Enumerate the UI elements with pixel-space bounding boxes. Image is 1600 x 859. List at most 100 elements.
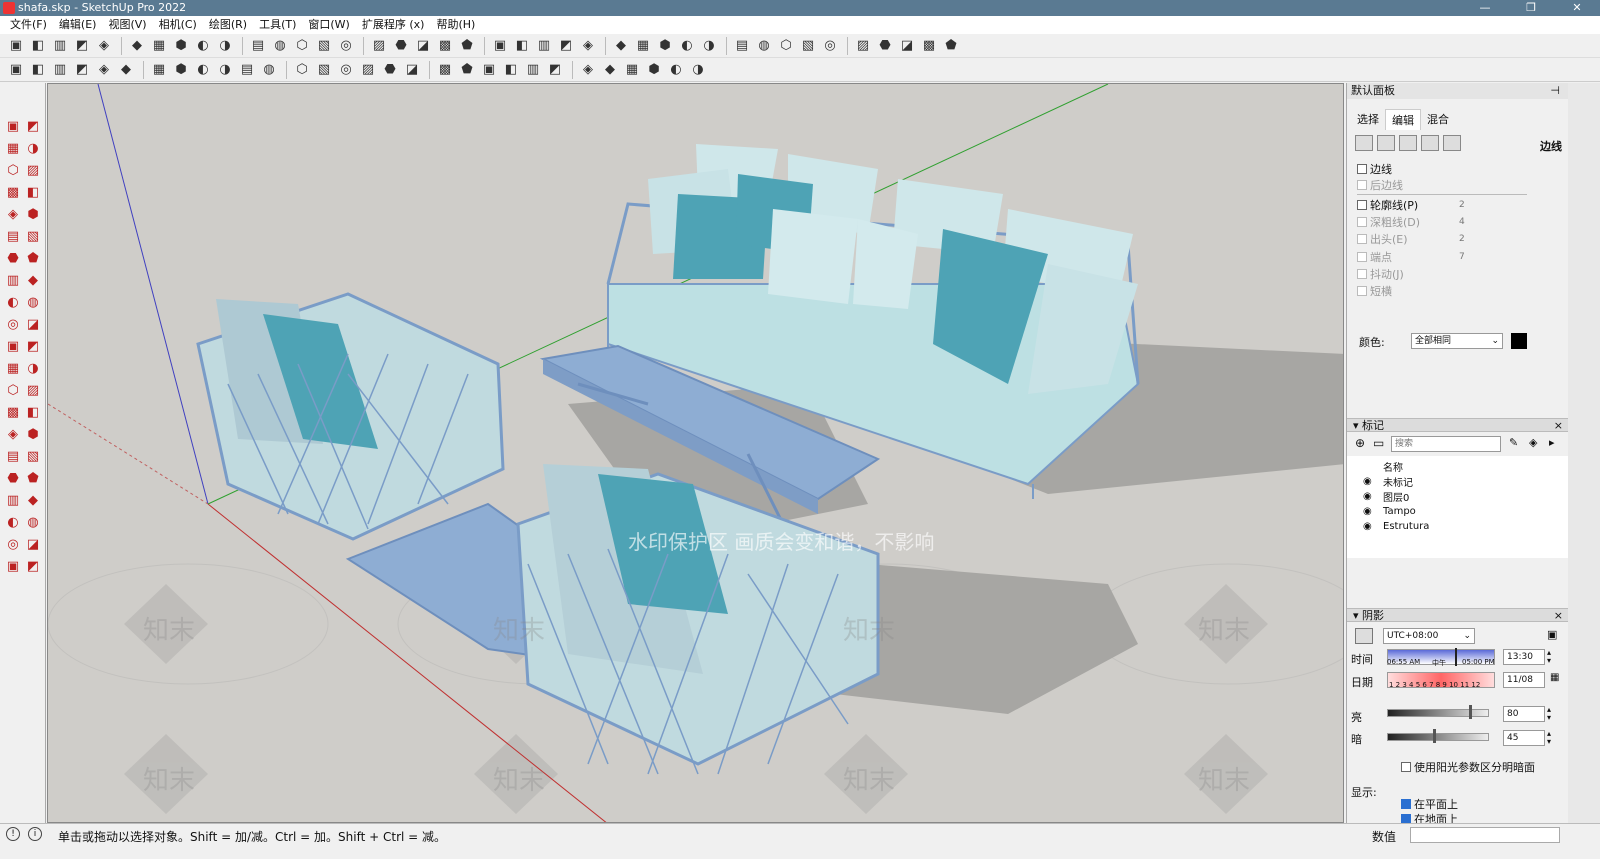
dark-slider[interactable] <box>1387 733 1489 741</box>
new-icon[interactable]: ▣ <box>6 36 26 56</box>
zoom-extents-icon[interactable]: ⬣ <box>4 469 22 487</box>
profiles-value[interactable]: 2 <box>1459 200 1465 210</box>
array-icon[interactable]: ◈ <box>94 60 114 80</box>
materials-icon[interactable]: ◆ <box>611 36 631 56</box>
section-plane-icon[interactable]: ⬢ <box>655 36 675 56</box>
stamp-icon[interactable]: ▣ <box>4 557 22 575</box>
pin-icon[interactable]: ⊣ <box>1550 83 1560 99</box>
copy-icon[interactable]: ◈ <box>94 36 114 56</box>
chamfer-icon[interactable]: ◐ <box>193 60 213 80</box>
tab-select[interactable]: 选择 <box>1351 109 1385 130</box>
bezier-icon[interactable]: ◑ <box>215 60 235 80</box>
push-pull-icon[interactable]: ◍ <box>24 293 42 311</box>
smoove-icon[interactable]: ◪ <box>24 535 42 553</box>
on-faces-checkbox[interactable]: 在平面上 <box>1401 796 1458 812</box>
menu-view[interactable]: 视图(V) <box>102 16 152 34</box>
round-corner-icon[interactable]: ▩ <box>435 60 455 80</box>
outliner-icon[interactable]: ▥ <box>50 60 70 80</box>
menu-edit[interactable]: 编辑(E) <box>53 16 103 34</box>
paint-icon[interactable]: ⬟ <box>941 36 961 56</box>
match-photo-icon[interactable]: ▩ <box>919 36 939 56</box>
offset-icon[interactable]: ◩ <box>24 337 42 355</box>
three-point-arc-icon[interactable]: ◆ <box>24 271 42 289</box>
shaded-icon[interactable]: ◎ <box>336 36 356 56</box>
color-dropdown[interactable]: 全部相同 ⌄ <box>1411 333 1503 349</box>
endpoints-value[interactable]: 7 <box>1459 252 1465 262</box>
face-settings-icon[interactable] <box>1377 135 1395 151</box>
shadows-header[interactable]: ▾ 阴影 × <box>1347 608 1569 622</box>
date-input[interactable]: 11/08 <box>1503 672 1545 688</box>
terrain-icon[interactable]: ⬣ <box>875 36 895 56</box>
menu-extensions[interactable]: 扩展程序 (x) <box>356 16 431 34</box>
sandbox-icon[interactable]: ⬡ <box>776 36 796 56</box>
depth-cue-checkbox[interactable]: 深粗线(D) <box>1357 214 1420 230</box>
photo-match-icon[interactable]: ◪ <box>897 36 917 56</box>
rectangle-icon[interactable]: ◈ <box>4 205 22 223</box>
line-icon[interactable]: ▩ <box>4 183 22 201</box>
add-tag-icon[interactable]: ⊕ <box>1355 436 1365 450</box>
instructor-icon[interactable]: i <box>28 827 42 841</box>
previous-view-icon[interactable]: ⬟ <box>24 469 42 487</box>
light-input[interactable]: 80 <box>1503 706 1545 722</box>
edges-checkbox[interactable]: 边线 <box>1357 161 1392 177</box>
fillet-icon[interactable]: ⬢ <box>171 60 191 80</box>
xy-icon[interactable]: ◆ <box>600 60 620 80</box>
endpoints-checkbox[interactable]: 端点 <box>1357 249 1392 265</box>
walk-icon[interactable]: ◐ <box>4 513 22 531</box>
circle-icon[interactable]: ▤ <box>4 227 22 245</box>
play-icon[interactable]: ⬢ <box>644 60 664 80</box>
weld-icon[interactable]: ▧ <box>314 60 334 80</box>
polygon-icon[interactable]: ▧ <box>24 227 42 245</box>
smooth-icon[interactable]: ⬣ <box>380 60 400 80</box>
drape-icon[interactable]: ◩ <box>545 60 565 80</box>
back-edges-checkbox[interactable]: 后边线 <box>1357 177 1403 193</box>
dark-slider-thumb[interactable] <box>1433 729 1436 743</box>
tags-search-input[interactable]: 搜索 <box>1391 436 1501 452</box>
timezone-dropdown[interactable]: UTC+08:00 ⌄ <box>1383 628 1475 644</box>
curve-icon[interactable]: ▦ <box>149 60 169 80</box>
extension-warehouse-icon[interactable]: ◎ <box>820 36 840 56</box>
sandbox-tool-icon[interactable]: ◎ <box>4 535 22 553</box>
toggle-shadows-icon[interactable] <box>1355 628 1373 644</box>
3d-viewport[interactable]: 水印保护区 画质会变和谐，不影响 知末 知末 知末 知末 知末 知末 知末 知末 <box>47 83 1344 823</box>
redo-icon[interactable]: ◐ <box>193 36 213 56</box>
zoom-icon[interactable]: ▤ <box>4 447 22 465</box>
dimension-icon[interactable]: ▩ <box>4 403 22 421</box>
light-slider-thumb[interactable] <box>1469 705 1472 719</box>
menu-file[interactable]: 文件(F) <box>4 16 53 34</box>
tray-scrollbar[interactable] <box>1568 83 1600 823</box>
section-tool-icon[interactable]: ◍ <box>24 513 42 531</box>
make-component-icon[interactable]: ▦ <box>4 139 22 157</box>
open-icon[interactable]: ◧ <box>28 36 48 56</box>
tab-mix[interactable]: 混合 <box>1421 109 1455 130</box>
skin-icon[interactable]: ◈ <box>578 60 598 80</box>
color-by-tag-icon[interactable]: ◈ <box>1529 436 1537 449</box>
paint-bucket-icon[interactable]: ⬡ <box>4 161 22 179</box>
close-button[interactable]: ✕ <box>1554 0 1600 16</box>
axes-icon[interactable]: ▨ <box>24 381 42 399</box>
layer-icon[interactable]: ◧ <box>28 60 48 80</box>
dark-spinner[interactable]: ▴ ▾ <box>1547 730 1551 746</box>
wireframe-icon[interactable]: ⬡ <box>292 36 312 56</box>
minimize-button[interactable]: — <box>1462 0 1508 16</box>
pan-icon[interactable]: ⬢ <box>24 425 42 443</box>
measurements-input[interactable] <box>1410 827 1560 843</box>
stairs-icon[interactable]: ◆ <box>116 60 136 80</box>
background-settings-icon[interactable] <box>1399 135 1417 151</box>
subdivide-icon[interactable]: ▨ <box>358 60 378 80</box>
scenes-icon[interactable]: ▦ <box>633 36 653 56</box>
time-spinner[interactable]: ▴ ▾ <box>1547 649 1551 665</box>
cut-icon[interactable]: ◩ <box>72 36 92 56</box>
section-fill-icon[interactable]: ◑ <box>699 36 719 56</box>
dashes-checkbox[interactable]: 短横 <box>1357 283 1392 299</box>
edge-settings-icon[interactable] <box>1355 135 1373 151</box>
light-spinner[interactable]: ▴ ▾ <box>1547 706 1551 722</box>
bub-icon[interactable]: ▦ <box>622 60 642 80</box>
orbit-icon[interactable]: ◩ <box>24 117 42 135</box>
depth-cue-value[interactable]: 4 <box>1459 217 1465 227</box>
tag-row[interactable]: ◉ 图层0 <box>1363 489 1409 504</box>
iso-view-icon[interactable]: ◪ <box>413 36 433 56</box>
extension-checkbox[interactable]: 出头(E) <box>1357 231 1408 247</box>
tag-row[interactable]: ◉ Estrutura <box>1363 519 1429 534</box>
shape-bender-icon[interactable]: ⬟ <box>457 60 477 80</box>
